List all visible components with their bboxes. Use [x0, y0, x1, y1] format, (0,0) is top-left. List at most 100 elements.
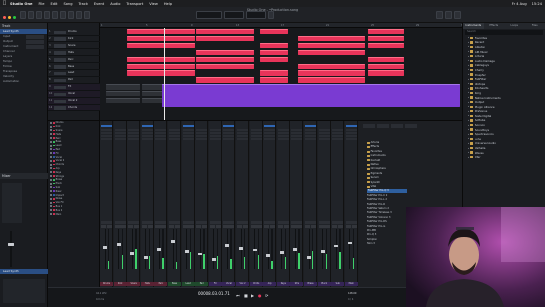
browse-view-button[interactable]	[454, 11, 461, 19]
inspector-row[interactable]: Automation	[0, 79, 47, 84]
close-window-icon[interactable]	[3, 16, 6, 19]
midi-event-clip[interactable]	[196, 29, 254, 35]
send-slot[interactable]	[141, 138, 153, 140]
send-slot[interactable]	[305, 135, 316, 137]
send-slot[interactable]	[155, 138, 167, 140]
chevron-right-icon[interactable]: ▸	[468, 82, 469, 85]
rewind-icon[interactable]: ⏮	[236, 293, 240, 298]
solo-button[interactable]	[324, 225, 330, 228]
send-slot[interactable]	[305, 129, 316, 131]
monitor-button[interactable]	[63, 106, 67, 110]
insert-slot[interactable]	[182, 125, 194, 127]
audio-event-clip[interactable]	[162, 84, 460, 107]
track-header[interactable]: 9 FX	[48, 84, 100, 91]
send-slot[interactable]	[250, 129, 262, 131]
send-slot[interactable]	[182, 138, 194, 140]
chevron-right-icon[interactable]: ▸	[468, 96, 469, 99]
send-slot[interactable]	[277, 138, 289, 140]
send-slot[interactable]	[209, 138, 221, 140]
minimize-window-icon[interactable]	[8, 16, 11, 19]
pan-slider[interactable]	[101, 221, 112, 224]
play-icon[interactable]: ▶	[251, 293, 254, 298]
send-slot[interactable]	[250, 138, 262, 140]
pan-slider[interactable]	[332, 221, 344, 224]
plugin-list-item[interactable]: Twin 3	[367, 242, 375, 246]
snap-toggle-button[interactable]	[268, 11, 274, 19]
plugin-header-slot[interactable]	[363, 124, 375, 128]
mute-button[interactable]	[128, 225, 134, 228]
inspector-tab-mixer[interactable]: Mixer	[0, 173, 48, 179]
send-slot[interactable]	[169, 129, 180, 131]
track-header[interactable]: 3 Snare	[48, 43, 100, 50]
inspector-instrument-select[interactable]	[26, 45, 44, 49]
send-slot[interactable]	[264, 135, 276, 137]
send-slot[interactable]	[209, 135, 221, 137]
send-slot[interactable]	[223, 138, 235, 140]
chevron-right-icon[interactable]: ▸	[468, 124, 469, 127]
menu-help[interactable]: Help	[164, 2, 172, 6]
plugin-list-item[interactable]: FabFilter Pro-R	[367, 203, 385, 207]
pan-slider[interactable]	[237, 221, 248, 224]
send-slot[interactable]	[291, 135, 303, 137]
time-signature[interactable]: 4 / 4	[348, 298, 353, 301]
send-slot[interactable]	[318, 129, 330, 131]
volume-fader[interactable]	[279, 251, 284, 254]
chevron-right-icon[interactable]: ▸	[468, 128, 469, 131]
track-header[interactable]: 12 Chords	[48, 104, 100, 112]
chevron-right-icon[interactable]: ▸	[468, 45, 469, 48]
volume-fader[interactable]	[307, 256, 311, 259]
midi-event-clip[interactable]	[127, 63, 195, 69]
visibility-checkbox[interactable]	[50, 197, 52, 200]
send-slot[interactable]	[101, 138, 112, 140]
browser-search-input[interactable]: Search	[465, 30, 543, 35]
midi-event-clip[interactable]	[260, 29, 288, 35]
mute-button[interactable]	[318, 225, 324, 228]
mute-button[interactable]	[250, 225, 256, 228]
solo-button[interactable]	[106, 225, 112, 228]
solo-button[interactable]	[337, 225, 344, 228]
volume-fader[interactable]	[211, 258, 216, 261]
visibility-checkbox[interactable]	[50, 190, 52, 193]
midi-event-clip[interactable]	[368, 70, 404, 76]
chevron-right-icon[interactable]: ▸	[468, 87, 469, 90]
mute-button[interactable]	[223, 225, 229, 228]
mute-tool-button[interactable]	[68, 11, 74, 19]
visibility-checkbox[interactable]	[50, 137, 52, 140]
insert-slot[interactable]	[305, 125, 316, 127]
mute-button[interactable]	[291, 225, 297, 228]
send-slot[interactable]	[141, 132, 153, 134]
volume-fader[interactable]	[143, 256, 148, 259]
mute-button[interactable]	[209, 225, 216, 228]
monitor-button[interactable]	[63, 99, 67, 103]
send-slot[interactable]	[169, 135, 180, 137]
send-slot[interactable]	[237, 138, 248, 140]
solo-button[interactable]	[174, 225, 180, 228]
menu-edit[interactable]: Edit	[50, 2, 57, 6]
visibility-checkbox[interactable]	[50, 140, 52, 143]
solo-button[interactable]	[215, 225, 221, 228]
send-slot[interactable]	[196, 138, 208, 140]
midi-event-clip[interactable]	[196, 56, 254, 62]
midi-event-clip[interactable]	[368, 63, 404, 69]
menu-audio[interactable]: Audio	[110, 2, 120, 6]
track-header[interactable]: 10 Vocal	[48, 91, 100, 98]
send-slot[interactable]	[182, 129, 194, 131]
send-slot[interactable]	[155, 132, 167, 134]
plugin-header-slot[interactable]	[405, 124, 417, 128]
send-slot[interactable]	[128, 138, 140, 140]
plugin-list-item[interactable]: Effects	[367, 145, 379, 149]
track-header[interactable]: 2 Kick	[48, 36, 100, 43]
visibility-checkbox[interactable]	[50, 171, 52, 174]
track-header[interactable]: 1 Drums	[48, 29, 100, 36]
send-slot[interactable]	[196, 135, 208, 137]
plugin-list-item[interactable]: FabFilter Pro-DS	[367, 220, 387, 224]
send-slot[interactable]	[128, 129, 140, 131]
chevron-right-icon[interactable]: ▸	[468, 55, 469, 58]
record-icon[interactable]: ●	[258, 293, 262, 298]
solo-button[interactable]	[188, 225, 194, 228]
visibility-checkbox[interactable]	[50, 167, 52, 170]
monitor-button[interactable]	[63, 85, 67, 90]
track-header[interactable]: 11 Vocal 2	[48, 98, 100, 105]
visibility-checkbox[interactable]	[50, 175, 52, 178]
mute-button[interactable]	[277, 225, 284, 228]
